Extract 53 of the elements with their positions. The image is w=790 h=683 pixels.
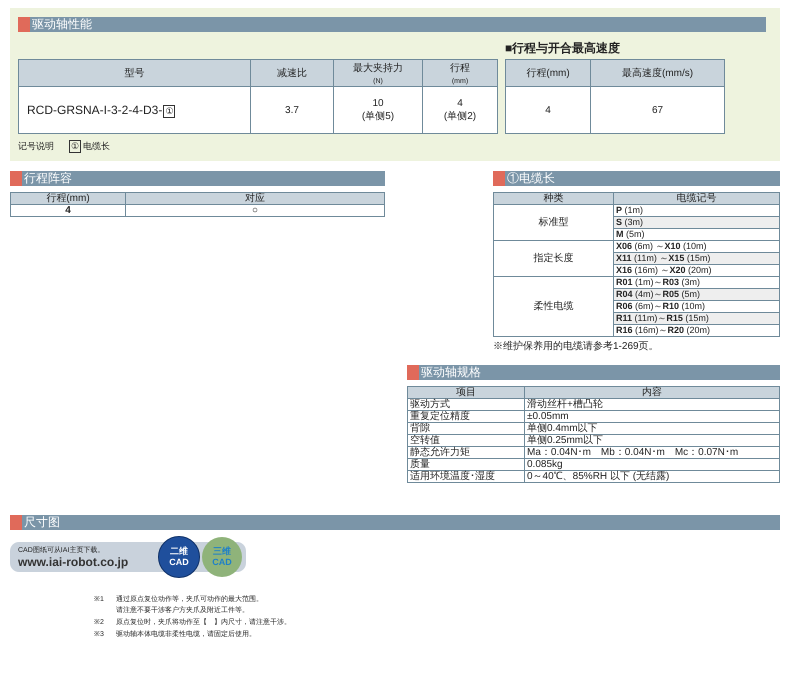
table-cell: ○ — [126, 204, 384, 216]
table-cell: X11 (11m) ～X15 (15m) — [614, 252, 780, 264]
table-cell: RCD-GRSNA-I-3-2-4-D3- ① — [18, 86, 250, 134]
table-cell: 4 (单侧2) — [422, 86, 498, 134]
table-cell: 4 — [506, 86, 591, 134]
section-header: ①电缆长 — [493, 171, 780, 186]
table-cell: 空转值 — [408, 434, 524, 446]
column-header: 行程(mm) — [10, 192, 126, 204]
table-cell: 适用环境温度･湿度 — [408, 470, 524, 482]
legend-text: ① 电缆长 — [68, 140, 110, 153]
section-header: 驱动轴规格 — [407, 365, 780, 380]
section-header: 行程阵容 — [10, 171, 385, 186]
column-header: 电缆记号 — [614, 192, 780, 204]
column-header: 最高速度(mm/s) — [590, 60, 724, 86]
table-cell: 标准型 — [494, 204, 614, 240]
footnote: ※维护保养用的电缆请参考1-269页。 — [493, 340, 660, 353]
column-header: 型号 — [18, 60, 250, 86]
section-header: 驱动轴性能 — [18, 17, 766, 32]
cad-badge[interactable]: 二维 CAD — [158, 536, 200, 578]
table-cell: 指定长度 — [494, 240, 614, 276]
table-cell: 滑动丝杆+槽凸轮 — [524, 398, 780, 410]
table-cell: R04 (4m)～R05 (5m) — [614, 288, 780, 300]
table-cell: 背隙 — [408, 422, 524, 434]
table-cell: M (5m) — [614, 228, 780, 240]
table-cell: 静态允许力矩 — [408, 446, 524, 458]
table-cell: 3.7 — [250, 86, 334, 134]
column-header: 对应 — [126, 192, 384, 204]
table-cell: 67 — [590, 86, 724, 134]
table-cell: ±0.05mm — [524, 410, 780, 422]
column-header: 行程(mm) — [506, 60, 591, 86]
column-header: 项目 — [408, 386, 524, 398]
table-cell: S (3m) — [614, 216, 780, 228]
table-title: ■行程与开合最高速度 — [505, 40, 622, 57]
column-header: 减速比 — [250, 60, 334, 86]
column-header: 种类 — [494, 192, 614, 204]
table-cell: 重复定位精度 — [408, 410, 524, 422]
section-header: 尺寸图 — [10, 515, 780, 530]
website-link[interactable]: www.iai-robot.co.jp — [18, 555, 156, 569]
table-cell: 质量 — [408, 458, 524, 470]
table-cell: 0～40℃、85%RH 以下 (无结露) — [524, 470, 780, 482]
table-cell: 驱动方式 — [408, 398, 524, 410]
table-cell: 柔性电缆 — [494, 276, 614, 336]
table-cell: X16 (16m) ～X20 (20m) — [614, 264, 780, 276]
legend-label: 记号说明 — [18, 140, 54, 153]
table-cell: 4 — [10, 204, 126, 216]
table-cell: R11 (11m)～R15 (15m) — [614, 312, 780, 324]
column-header: 内容 — [524, 386, 780, 398]
table-cell: 单侧0.25mm以下 — [524, 434, 780, 446]
table-cell: R16 (16m)～R20 (20m) — [614, 324, 780, 336]
table-cell: 0.085kg — [524, 458, 780, 470]
table-cell: 10 (单侧5) — [334, 86, 422, 134]
table-cell: Ma：0.04N･m Mb：0.04N･m Mc：0.07N･m — [524, 446, 780, 458]
table-cell: 单侧0.4mm以下 — [524, 422, 780, 434]
